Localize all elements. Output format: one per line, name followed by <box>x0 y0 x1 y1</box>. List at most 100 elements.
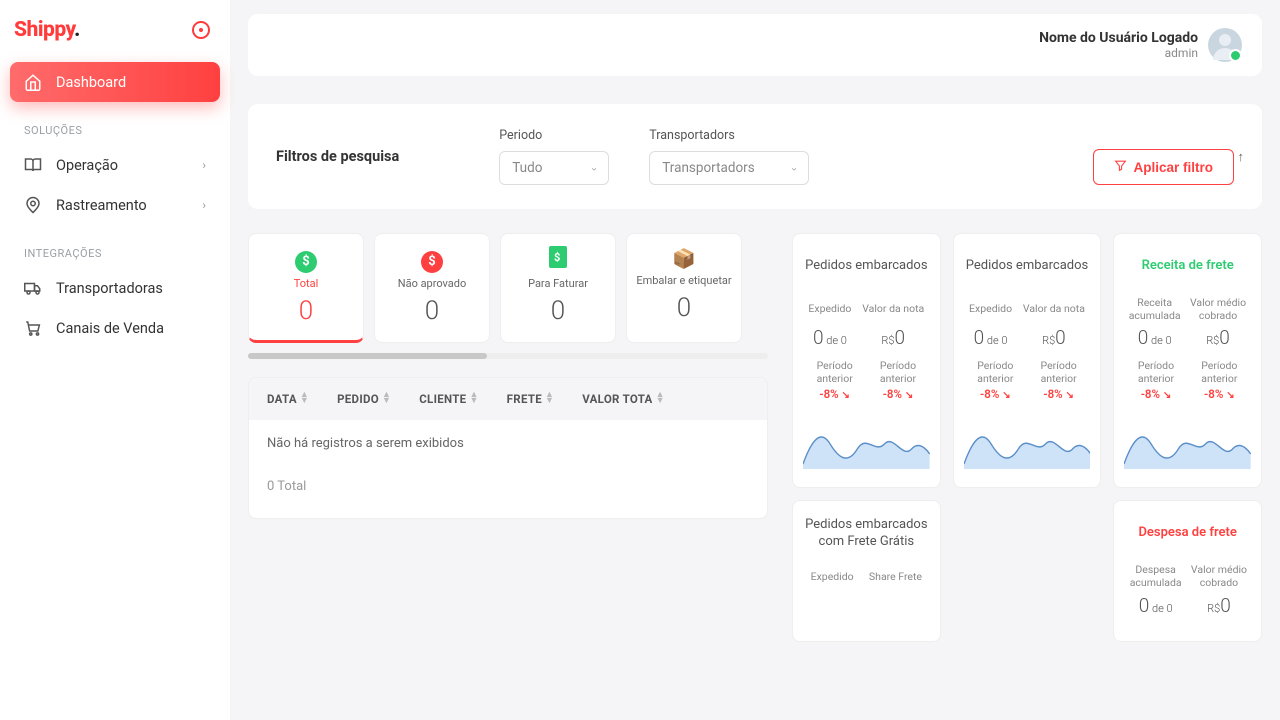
sort-icon: ▲▼ <box>469 393 478 404</box>
metric-value: R$0 <box>1185 326 1251 349</box>
sidebar-section-solucoes: SOLUÇÕES <box>10 102 220 145</box>
metric-card: Despesa de freteDespesa acumulada0 de 0V… <box>1113 500 1262 641</box>
sort-icon: ▲▼ <box>300 393 309 404</box>
topbar: Nome do Usuário Logado admin <box>248 14 1262 76</box>
stat-value: 0 <box>383 296 481 326</box>
horizontal-scrollbar[interactable] <box>248 353 768 359</box>
table-column-header[interactable]: DATA▲▼ <box>267 392 309 406</box>
metric-col-label: Expedido <box>969 296 1012 322</box>
table-column-header[interactable]: FRETE▲▼ <box>507 392 555 406</box>
orders-table: DATA▲▼ PEDIDO▲▼ CLIENTE▲▼ FRETE▲▼ VALOR TOTA… <box>248 377 768 519</box>
sidebar-item-rastreamento[interactable]: Rastreamento › <box>10 185 220 225</box>
sort-icon: ▲▼ <box>382 393 391 404</box>
sidebar-item-label: Transportadoras <box>56 280 163 297</box>
pin-icon <box>24 196 42 214</box>
stat-card[interactable]: 📦 Embalar e etiquetar 0 <box>626 233 742 343</box>
metric-col-label: Receita acumulada <box>1124 296 1185 322</box>
sparkline-chart <box>964 419 1091 469</box>
metric-value: R$0 <box>1023 326 1085 349</box>
metric-value: 0 de 0 <box>969 326 1012 349</box>
metric-title: Receita de frete <box>1124 248 1251 284</box>
transportadors-select[interactable]: Transportadors⌄ <box>649 151 809 185</box>
metric-prev-label: Período anterior <box>964 359 1027 385</box>
metric-value: R$0 <box>862 326 924 349</box>
avatar[interactable] <box>1208 28 1242 62</box>
sidebar-item-canais[interactable]: Canais de Venda <box>10 308 220 348</box>
sidebar-item-operacao[interactable]: Operação › <box>10 145 220 185</box>
periodo-select[interactable]: Tudo⌄ <box>499 151 609 185</box>
sidebar-item-dashboard[interactable]: Dashboard <box>10 62 220 102</box>
stat-card[interactable]: $Não aprovado0 <box>374 233 490 343</box>
home-icon <box>24 73 42 91</box>
box-icon: 📦 <box>672 247 696 270</box>
sidebar-section-integracoes: INTEGRAÇÕES <box>10 225 220 268</box>
metric-delta: -8% ↘ <box>866 387 929 401</box>
table-column-header[interactable]: CLIENTE▲▼ <box>419 392 478 406</box>
metric-card: Pedidos embarcados Expedido 0 de 0 Valor da… <box>792 233 941 488</box>
table-column-header[interactable]: PEDIDO▲▼ <box>337 392 391 406</box>
table-footer: 0 Total <box>249 467 767 518</box>
sidebar-item-transportadoras[interactable]: Transportadoras <box>10 268 220 308</box>
stat-label: Embalar e etiquetar <box>635 274 733 287</box>
sparkline-chart <box>803 419 930 469</box>
stat-card[interactable]: $Total0 <box>248 233 364 343</box>
metric-title: Pedidos embarcados <box>803 248 930 284</box>
metric-prev-label: Período anterior <box>803 359 866 385</box>
chevron-down-icon: ⌄ <box>790 163 798 174</box>
metric-col-label: Valor da nota <box>862 296 924 322</box>
metric-card: Receita de frete Receita acumulada 0 de 0V… <box>1113 233 1262 488</box>
metric-card: Pedidos embarcados com Frete Grátis Exped… <box>792 500 941 641</box>
apply-filter-button[interactable]: Aplicar filtro <box>1093 149 1234 185</box>
metric-card: Pedidos embarcados Expedido 0 de 0 Valor da… <box>953 233 1102 488</box>
arrow-down-right-icon: ↘ <box>842 390 850 401</box>
target-icon[interactable] <box>192 21 210 39</box>
chevron-down-icon: ⌄ <box>590 163 598 174</box>
metric-title: Pedidos embarcados com Frete Grátis <box>803 515 930 551</box>
sidebar: Shippy. Dashboard SOLUÇÕES Operação › Ra… <box>0 0 230 720</box>
metric-delta: -8% ↘ <box>803 387 866 401</box>
sidebar-item-label: Dashboard <box>56 74 126 91</box>
metric-title: Despesa de frete <box>1124 515 1251 551</box>
metric-prev-label: Período anterior <box>1027 359 1090 385</box>
user-role: admin <box>1039 46 1198 60</box>
metric-col-label: Expedido <box>808 296 851 322</box>
collapse-arrow-icon[interactable]: ↑ <box>1238 149 1245 165</box>
metric-col-label: Valor médio cobrado <box>1185 296 1251 322</box>
table-column-header[interactable]: VALOR TOTA▲▼ <box>582 392 665 406</box>
metric-delta: -8% ↘ <box>964 387 1027 401</box>
filters-panel: Filtros de pesquisa Periodo Tudo⌄ Transp… <box>248 104 1262 209</box>
user-name: Nome do Usuário Logado <box>1039 30 1198 46</box>
sidebar-item-label: Operação <box>56 157 118 174</box>
arrow-down-right-icon: ↘ <box>1002 390 1010 401</box>
user-block[interactable]: Nome do Usuário Logado admin <box>1039 28 1242 62</box>
metric-value: R$0 <box>1187 594 1251 617</box>
stat-label: Total <box>257 277 355 290</box>
metric-value: 0 de 0 <box>808 326 851 349</box>
chevron-right-icon: › <box>202 158 206 172</box>
metric-delta: -8% ↘ <box>1124 387 1187 401</box>
metric-delta: -8% ↘ <box>1027 387 1090 401</box>
transportadors-label: Transportadors <box>649 128 809 143</box>
cart-icon <box>24 319 42 337</box>
metric-prev-label: Período anterior <box>866 359 929 385</box>
metric-prev-label: Período anterior <box>1124 359 1187 385</box>
main-content: Nome do Usuário Logado admin Filtros de … <box>230 0 1280 720</box>
arrow-down-right-icon: ↘ <box>905 390 913 401</box>
metric-col-label: Expedido <box>811 563 854 589</box>
metric-value: 0 de 0 <box>1124 326 1185 349</box>
stat-label: Não aprovado <box>383 277 481 290</box>
periodo-label: Periodo <box>499 128 609 143</box>
arrow-down-right-icon: ↘ <box>1226 390 1234 401</box>
arrow-down-right-icon: ↘ <box>1066 390 1074 401</box>
table-empty-message: Não há registros a serem exibidos <box>249 420 767 467</box>
metric-title: Pedidos embarcados <box>964 248 1091 284</box>
stat-card[interactable]: Para Faturar0 <box>500 233 616 343</box>
sidebar-item-label: Rastreamento <box>56 197 147 214</box>
filter-icon <box>1114 159 1127 175</box>
stat-value: 0 <box>635 293 733 323</box>
metric-delta: -8% ↘ <box>1188 387 1251 401</box>
metric-col-label: Valor da nota <box>1023 296 1085 322</box>
metric-prev-label: Período anterior <box>1188 359 1251 385</box>
metric-col-label: Valor médio cobrado <box>1187 563 1251 589</box>
stat-value: 0 <box>257 296 355 326</box>
